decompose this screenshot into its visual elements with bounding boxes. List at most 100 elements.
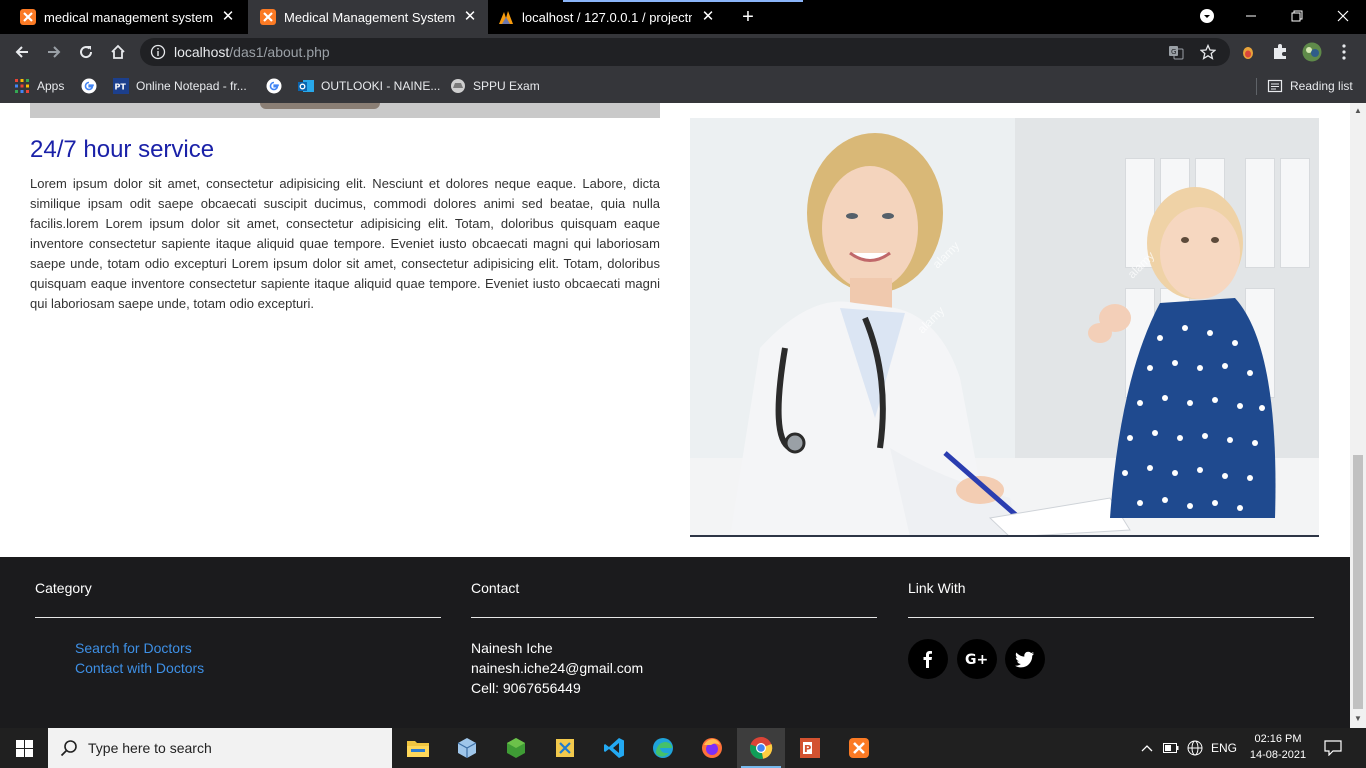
address-bar[interactable]: localhost/das1/about.php G [140,38,1230,66]
bookmark-google[interactable] [81,77,104,95]
close-tab-icon[interactable]: ✕ [700,9,716,25]
home-icon[interactable] [106,40,130,64]
edge-button[interactable] [639,728,687,768]
google-plus-icon: G+ [965,652,988,668]
xampp-icon [20,9,36,25]
file-explorer-button[interactable] [394,728,442,768]
bookmark-outlook[interactable]: OUTLOOKI - NAINE... [298,77,440,95]
twitter-button[interactable] [1005,639,1045,679]
chrome-menu-icon[interactable] [1334,42,1354,62]
tab-phpmyadmin[interactable]: localhost / 127.0.0.1 / projectmm ✕ [488,0,726,34]
restore-icon[interactable] [1274,0,1320,32]
image-fragment [260,103,380,109]
virtualbox-button[interactable] [443,728,491,768]
tab-medical-management-system[interactable]: medical management system ✕ [8,0,246,34]
profile-avatar-icon[interactable] [1302,42,1322,62]
sppu-logo-icon [451,79,465,93]
snipping-tool-button[interactable] [541,728,589,768]
minimize-icon[interactable] [1228,0,1274,32]
doctor-with-child-image: alamy alamy alamy [690,118,1319,537]
service-description: Lorem ipsum dolor sit amet, consectetur … [30,176,660,311]
close-tab-icon[interactable]: ✕ [220,9,236,25]
notifications-icon[interactable] [1318,728,1348,768]
svg-text:G+: G+ [965,652,988,668]
nodejs-button[interactable] [492,728,540,768]
bookmarks-separator [1256,78,1257,95]
footer-contact-heading: Contact [471,580,520,596]
google-plus-button[interactable]: G+ [957,639,997,679]
bookmark-apps[interactable]: Apps [14,77,64,95]
close-tab-icon[interactable]: ✕ [462,9,478,25]
svg-text:PT: PT [115,83,127,92]
cube-app-icon [457,738,477,758]
tab-title: localhost / 127.0.0.1 / projectmm [522,9,692,25]
service-title: 24/7 hour service [30,136,215,163]
chrome-button[interactable] [737,728,785,768]
footer-divider [35,617,441,618]
contact-cell: Cell: 9067656449 [471,680,581,696]
twitter-icon [1015,651,1034,668]
bookmark-label: Apps [37,79,65,93]
reload-icon[interactable] [74,40,98,64]
xampp-icon [260,9,276,25]
input-language[interactable]: ENG [1208,728,1240,768]
close-window-icon[interactable] [1320,0,1366,32]
hexagon-app-icon [507,738,525,758]
profile-dropdown-icon[interactable] [1184,0,1230,32]
clock-date: 14-08-2021 [1249,749,1307,761]
firefox-button[interactable] [688,728,736,768]
phpmyadmin-icon [499,11,513,24]
system-clock[interactable]: 02:16 PM 14-08-2021 [1244,731,1312,763]
network-globe-icon[interactable] [1184,728,1206,768]
facebook-button[interactable] [908,639,948,679]
bookmarks-bar: Apps PT Online Notepad - fr... OUTLOOKI … [0,70,1366,103]
scroll-down-arrow-icon[interactable]: ▼ [1353,714,1363,724]
start-button[interactable] [0,728,48,768]
contact-name: Nainesh Iche [471,640,553,656]
footer-link-with-heading: Link With [908,580,966,596]
back-icon[interactable] [10,40,34,64]
windows-taskbar: Type here to search P ENG 02:16 PM 14-08… [0,728,1366,768]
vscode-button[interactable] [590,728,638,768]
bookmark-online-notepad[interactable]: PT Online Notepad - fr... [113,77,247,95]
scroll-up-arrow-icon[interactable]: ▲ [1353,106,1363,116]
page-scrollbar[interactable]: ▲ ▼ [1350,103,1366,728]
bookmark-star-icon[interactable] [1200,44,1216,60]
url-path: /das1/about.php [229,44,330,60]
site-info-icon[interactable] [150,44,166,60]
show-hidden-icons-icon[interactable] [1136,728,1158,768]
bookmark-sppu-exam[interactable]: SPPU Exam [450,77,540,95]
bookmark-label: OUTLOOKI - NAINE... [321,79,441,93]
search-for-doctors-link[interactable]: Search for Doctors [75,640,192,656]
site-footer: Category Search for Doctors Contact with… [0,557,1350,728]
footer-category-heading: Category [35,580,92,596]
vscode-icon [604,738,624,758]
notepad-pt-icon: PT [113,78,129,94]
xampp-button[interactable] [835,728,883,768]
powerpoint-icon: P [800,738,820,758]
taskbar-search-box[interactable]: Type here to search [48,728,392,768]
url-text: localhost/das1/about.php [174,44,330,60]
new-tab-button[interactable]: + [737,6,759,28]
browser-toolbar: localhost/das1/about.php G [0,34,1366,70]
apps-grid-icon [15,79,29,93]
battery-icon[interactable] [1160,728,1182,768]
contact-with-doctors-link[interactable]: Contact with Doctors [75,660,204,676]
scissors-app-icon [556,739,574,757]
extension-icon[interactable] [1238,42,1258,62]
scroll-thumb[interactable] [1353,455,1363,709]
bookmark-label: Reading list [1290,79,1353,93]
powerpoint-button[interactable]: P [786,728,834,768]
reading-list[interactable]: Reading list [1267,77,1353,95]
extensions-puzzle-icon[interactable] [1270,42,1290,62]
file-explorer-icon [407,741,429,757]
forward-icon[interactable] [42,40,66,64]
footer-divider [471,617,877,618]
translate-icon[interactable]: G [1168,44,1184,60]
search-placeholder: Type here to search [88,740,212,756]
chrome-icon [750,737,773,759]
facebook-icon [923,651,932,668]
clock-time: 02:16 PM [1254,733,1302,745]
tab-medical-management-system-active[interactable]: Medical Management System ✕ [248,0,488,34]
bookmark-google-2[interactable] [266,77,289,95]
